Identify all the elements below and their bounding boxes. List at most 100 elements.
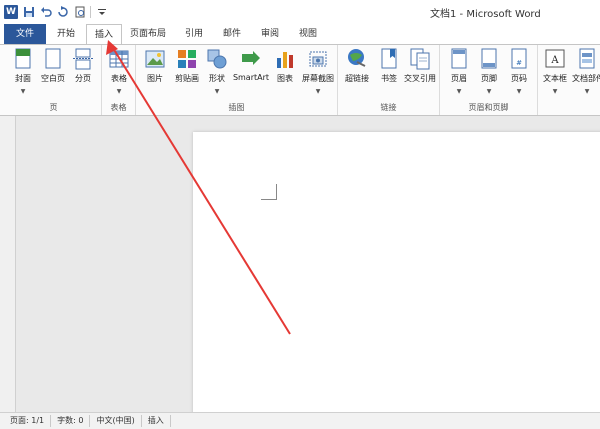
tab-mailings[interactable]: 邮件 [214, 24, 250, 44]
picture-icon [145, 48, 165, 70]
cross-reference-label: 交叉引用 [404, 74, 436, 83]
header-label: 页眉 [451, 74, 467, 83]
bookmark-button[interactable]: 书签 [374, 48, 404, 100]
tab-page-layout[interactable]: 页面布局 [124, 24, 172, 44]
blank-page-button[interactable]: 空白页 [38, 48, 68, 100]
smartart-button[interactable]: SmartArt [232, 48, 270, 100]
svg-text:A: A [550, 55, 559, 66]
shapes-icon [207, 48, 227, 70]
status-bar: 页面: 1/1 字数: 0 中文(中国) 插入 [0, 412, 600, 429]
smartart-icon [241, 48, 261, 70]
footer-label: 页脚 [481, 74, 497, 83]
header-icon [449, 48, 469, 70]
chevron-down-icon: ▼ [116, 88, 122, 95]
chevron-down-icon: ▼ [552, 88, 558, 95]
group-header-footer: 页眉 ▼ 页脚 ▼ # 页码 ▼ 页眉和页脚 [440, 45, 538, 115]
page-break-icon [73, 48, 93, 70]
chevron-down-icon: ▼ [20, 88, 26, 95]
picture-label: 图片 [147, 74, 163, 83]
table-label: 表格 [111, 74, 127, 83]
cross-reference-button[interactable]: 交叉引用 [402, 48, 438, 100]
text-box-icon: A [545, 48, 565, 70]
status-page[interactable]: 页面: 1/1 [4, 415, 52, 427]
document-page[interactable] [193, 132, 600, 429]
cover-page-label: 封面 [15, 74, 31, 83]
header-button[interactable]: 页眉 ▼ [444, 48, 474, 100]
redo-icon[interactable] [56, 6, 69, 19]
screenshot-label: 屏幕截图 [302, 74, 334, 83]
cover-page-icon [13, 48, 33, 70]
chart-label: 图表 [277, 74, 293, 83]
page-number-icon: # [509, 48, 529, 70]
chart-button[interactable]: 图表 [270, 48, 300, 100]
quick-access-toolbar: W [4, 5, 108, 19]
chevron-down-icon: ▼ [584, 88, 590, 95]
status-language[interactable]: 中文(中国) [90, 415, 142, 427]
undo-icon[interactable] [39, 6, 52, 19]
blank-page-icon [43, 48, 63, 70]
ribbon-tabs: 文件 开始 插入 页面布局 引用 邮件 审阅 视图 [0, 24, 600, 45]
tab-review[interactable]: 审阅 [252, 24, 288, 44]
text-start-marker [261, 184, 277, 200]
page-number-button[interactable]: # 页码 ▼ [504, 48, 534, 100]
clip-art-icon [177, 48, 197, 70]
text-box-label: 文本框 [543, 74, 567, 83]
chevron-down-icon: ▼ [214, 88, 220, 95]
group-label-links: 链接 [380, 103, 397, 112]
footer-button[interactable]: 页脚 ▼ [474, 48, 504, 100]
tab-insert[interactable]: 插入 [86, 24, 122, 45]
smartart-label: SmartArt [232, 73, 270, 82]
ribbon: 封面 ▼ 空白页 分页 页 表格 ▼ 表格 图片 剪贴画 形状 ▼ SmartA… [0, 44, 600, 116]
text-box-button[interactable]: A 文本框 ▼ [540, 48, 570, 100]
bookmark-label: 书签 [381, 74, 397, 83]
table-button[interactable]: 表格 ▼ [104, 48, 134, 100]
cover-page-button[interactable]: 封面 ▼ [8, 48, 38, 100]
blank-page-label: 空白页 [41, 74, 65, 83]
group-illustrations: 图片 剪贴画 形状 ▼ SmartArt 图表 屏幕截图 ▼ 插图 [136, 45, 338, 115]
table-icon [109, 48, 129, 70]
qat-separator [90, 6, 91, 18]
screenshot-button[interactable]: 屏幕截图 ▼ [300, 48, 336, 100]
globe-icon [347, 48, 367, 70]
group-links: 超链接 书签 交叉引用 链接 [338, 45, 440, 115]
quick-parts-icon [577, 48, 597, 70]
group-label-tables: 表格 [110, 103, 127, 112]
vertical-ruler [0, 116, 16, 412]
chevron-down-icon: ▼ [456, 88, 462, 95]
group-pages: 封面 ▼ 空白页 分页 页 [6, 45, 102, 115]
clip-art-button[interactable]: 剪贴画 [172, 48, 202, 100]
cross-reference-icon [410, 48, 430, 70]
tab-references[interactable]: 引用 [176, 24, 212, 44]
quick-parts-label: 文档部件 [572, 74, 600, 83]
group-label-pages: 页 [49, 103, 58, 112]
bookmark-icon [379, 48, 399, 70]
tab-file[interactable]: 文件 [4, 24, 46, 44]
screenshot-icon [308, 48, 328, 70]
save-icon[interactable] [22, 6, 35, 19]
shapes-label: 形状 [209, 74, 225, 83]
print-preview-icon[interactable] [73, 6, 86, 19]
page-break-button[interactable]: 分页 [68, 48, 98, 100]
customize-icon[interactable] [95, 6, 108, 19]
svg-text:#: # [516, 59, 522, 67]
chart-icon [275, 48, 295, 70]
tab-home[interactable]: 开始 [48, 24, 84, 44]
quick-parts-button[interactable]: 文档部件 ▼ [572, 48, 600, 100]
tab-view[interactable]: 视图 [290, 24, 326, 44]
page-number-label: 页码 [511, 74, 527, 83]
shapes-button[interactable]: 形状 ▼ [202, 48, 232, 100]
chevron-down-icon: ▼ [486, 88, 492, 95]
group-label-header-footer: 页眉和页脚 [468, 103, 509, 112]
word-logo-icon[interactable]: W [4, 5, 18, 19]
chevron-down-icon: ▼ [516, 88, 522, 95]
title-bar: W 文档1 - Microsoft Word [0, 0, 600, 24]
window-title: 文档1 - Microsoft Word [430, 9, 541, 20]
status-word-count[interactable]: 字数: 0 [51, 415, 91, 427]
group-text: A 文本框 ▼ 文档部件 ▼ [538, 45, 600, 115]
hyperlink-label: 超链接 [345, 74, 369, 83]
document-workspace[interactable] [0, 116, 600, 429]
status-insert-mode[interactable]: 插入 [142, 415, 171, 427]
picture-button[interactable]: 图片 [140, 48, 170, 100]
group-tables: 表格 ▼ 表格 [102, 45, 136, 115]
hyperlink-button[interactable]: 超链接 [342, 48, 372, 100]
